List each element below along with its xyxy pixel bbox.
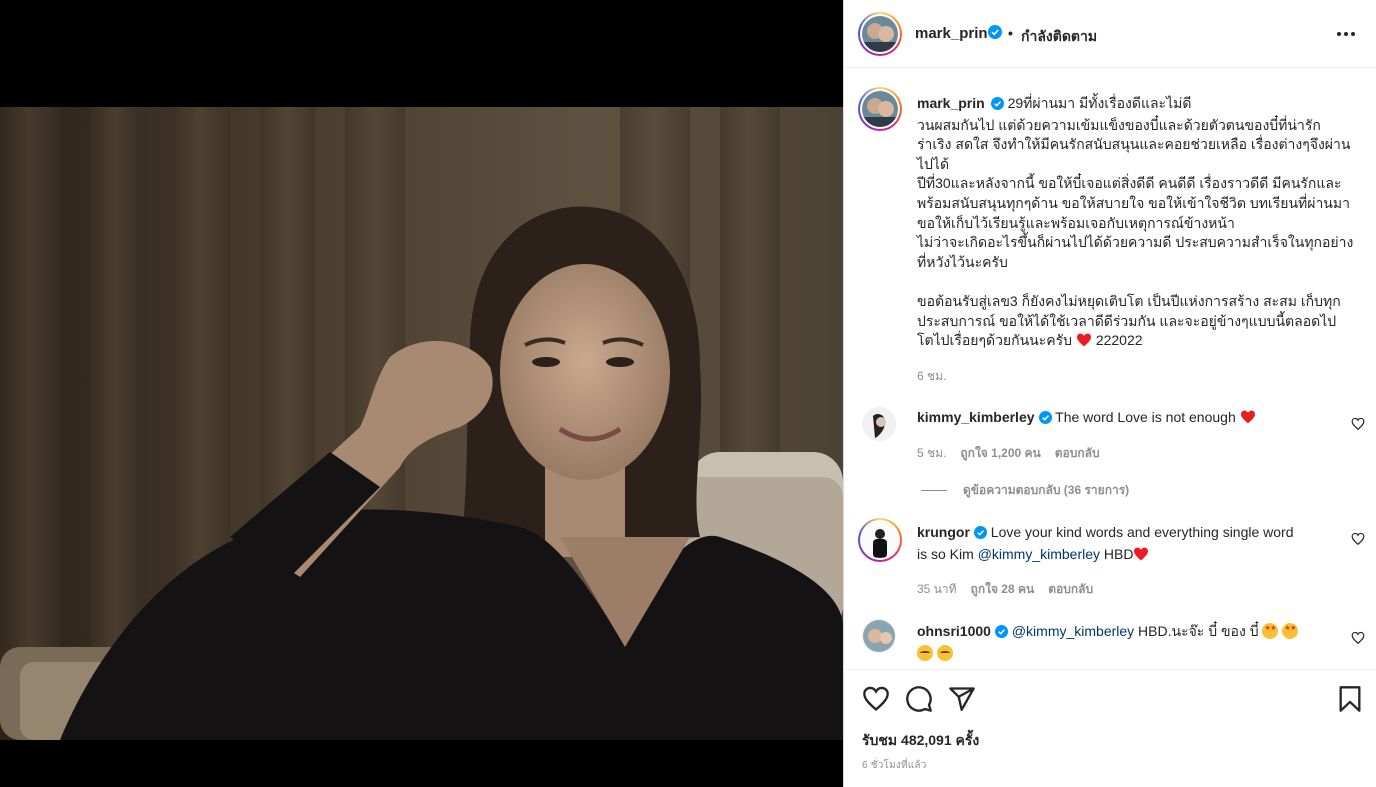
caption-tail: 222022 bbox=[1095, 332, 1143, 349]
post-side-panel: mark_prin • กำลังติดตาม mark_prin 29ที่ผ… bbox=[843, 0, 1376, 787]
blushing-face-emoji-icon bbox=[936, 644, 953, 661]
star-struck-emoji-icon bbox=[1262, 623, 1279, 639]
caption-line: ขอต้อนรับสู่เลข3 ก็ยังคงไม่หยุดเติบโต เป… bbox=[917, 292, 1341, 309]
view-count[interactable]: รับชม 482,091 ครั้ง bbox=[862, 730, 979, 752]
post-caption: mark_prin 29ที่ผ่านมา มีทั้งเรื่องดีและไ… bbox=[917, 94, 1357, 386]
caption-line: ร่าเริง สดใส จึงทำให้มีคนรักสนับสนุนและค… bbox=[917, 136, 1351, 153]
commenter-username[interactable]: krungor bbox=[917, 524, 970, 540]
comment-likes[interactable]: ถูกใจ 28 คน bbox=[971, 582, 1035, 596]
comment-text: is so Kim bbox=[917, 545, 978, 562]
video-frame[interactable] bbox=[0, 107, 843, 740]
comment-text: The word Love is not enough bbox=[1055, 409, 1236, 425]
comment-time[interactable]: 5 ชม. bbox=[917, 446, 946, 460]
separator-dot: • bbox=[1008, 25, 1013, 41]
caption-line: ไม่ว่าจะเกิดอะไรขึ้นก็ผ่านไปได้ด้วยความด… bbox=[917, 234, 1354, 251]
view-replies-label: ดูข้อความตอบกลับ (36 รายการ) bbox=[963, 483, 1130, 497]
mention-link[interactable]: @kimmy_kimberley bbox=[978, 546, 1100, 562]
post-header: mark_prin • กำลังติดตาม bbox=[844, 0, 1376, 68]
caption-line: ปีที่30และหลังจากนี้ ขอให้บี๋เจอแต่สิ่งด… bbox=[917, 175, 1342, 192]
caption-time[interactable]: 6 ชม. bbox=[917, 367, 1357, 387]
more-options-icon[interactable] bbox=[1328, 22, 1364, 46]
verified-badge-icon bbox=[988, 25, 1002, 42]
verified-badge-icon bbox=[1038, 410, 1052, 430]
comment-time[interactable]: 35 นาที bbox=[917, 582, 957, 596]
verified-badge-icon bbox=[973, 525, 987, 545]
commenter-avatar[interactable] bbox=[862, 407, 896, 441]
comment-meta: 5 ชม. ถูกใจ 1,200 คน ตอบกลับ bbox=[917, 444, 1114, 463]
post-media[interactable] bbox=[0, 0, 843, 787]
verified-badge-icon bbox=[994, 624, 1008, 644]
post-actions: รับชม 482,091 ครั้ง 6 ชั่วโมงที่แล้ว bbox=[844, 669, 1376, 787]
caption-line: โตไปเรื่อยๆด้วยกันนะครับ bbox=[917, 332, 1073, 349]
share-icon[interactable] bbox=[948, 685, 976, 713]
like-comment-icon[interactable] bbox=[1351, 417, 1365, 431]
comment-icon[interactable] bbox=[905, 685, 933, 713]
view-replies-button[interactable]: ดูข้อความตอบกลับ (36 รายการ) bbox=[921, 481, 1129, 500]
commenter-username[interactable]: kimmy_kimberley bbox=[917, 409, 1035, 425]
comment-meta: 35 นาที ถูกใจ 28 คน ตอบกลับ bbox=[917, 580, 1107, 599]
comment-text: HBD.นะจ๊ะ บี๋ ของ บี๋ bbox=[1134, 623, 1259, 639]
bookmark-icon[interactable] bbox=[1336, 685, 1364, 713]
author-username[interactable]: mark_prin bbox=[915, 25, 988, 42]
video-still-image bbox=[0, 107, 843, 740]
caption-line: ไปได้ bbox=[917, 155, 950, 172]
heart-icon[interactable] bbox=[862, 685, 890, 713]
red-heart-emoji-icon bbox=[1240, 409, 1256, 425]
caption-line: ที่หวังไว้นะครับ bbox=[917, 253, 1008, 270]
reply-button[interactable]: ตอบกลับ bbox=[1048, 582, 1093, 596]
comment-text: HBD bbox=[1100, 545, 1134, 562]
reply-button[interactable]: ตอบกลับ bbox=[1055, 446, 1100, 460]
caption-line: พร้อมสนับสนุนทุกๆด้าน ขอให้สบายใจ ขอให้เ… bbox=[917, 194, 1350, 211]
red-heart-emoji-icon bbox=[1133, 546, 1149, 562]
like-comment-icon[interactable] bbox=[1351, 631, 1365, 645]
caption-line: วนผสมกันไป แต่ด้วยความเข้มแข็งของบี๋และด… bbox=[917, 116, 1321, 133]
following-button[interactable]: กำลังติดตาม bbox=[1021, 26, 1097, 48]
comment-likes[interactable]: ถูกใจ 1,200 คน bbox=[960, 446, 1040, 460]
comments-list[interactable]: mark_prin 29ที่ผ่านมา มีทั้งเรื่องดีและไ… bbox=[844, 69, 1376, 669]
like-comment-icon[interactable] bbox=[1351, 532, 1365, 546]
comment-text: Love your kind words and everything sing… bbox=[990, 524, 1294, 540]
author-avatar[interactable] bbox=[858, 12, 902, 56]
commenter-avatar[interactable] bbox=[862, 619, 896, 653]
mention-link[interactable]: @kimmy_kimberley bbox=[1012, 623, 1134, 639]
caption-line: ประสบการณ์ ขอให้ได้ใช้เวลาดีดีร่วมกัน แล… bbox=[917, 312, 1337, 329]
caption-author-avatar[interactable] bbox=[858, 87, 902, 131]
replies-divider bbox=[921, 490, 947, 491]
verified-badge-icon bbox=[990, 96, 1004, 116]
commenter-avatar[interactable] bbox=[858, 518, 902, 562]
caption-username[interactable]: mark_prin bbox=[917, 95, 985, 111]
star-struck-emoji-icon bbox=[1282, 623, 1299, 639]
caption-line: 29ที่ผ่านมา มีทั้งเรื่องดีและไม่ดี bbox=[1007, 95, 1192, 111]
blushing-face-emoji-icon bbox=[917, 644, 933, 661]
red-heart-emoji-icon bbox=[1076, 332, 1092, 348]
caption-line: ขอให้เก็บไว้เรียนรู้และพร้อมเจอกับเหตุกา… bbox=[917, 214, 1235, 231]
commenter-username[interactable]: ohnsri1000 bbox=[917, 623, 991, 639]
post-timestamp[interactable]: 6 ชั่วโมงที่แล้ว bbox=[862, 758, 927, 773]
